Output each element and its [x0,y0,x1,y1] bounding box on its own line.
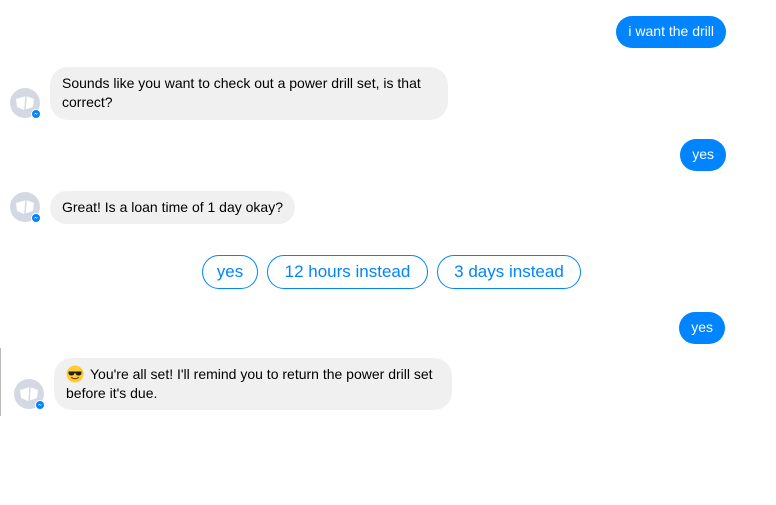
bot-avatar-icon [9,87,41,119]
bot-avatar-icon [13,378,45,410]
chat-thread: i want the drill Sounds like you want to… [0,0,776,505]
outgoing-message: i want the drill [616,16,726,48]
incoming-message: Great! Is a loan time of 1 day okay? [50,191,296,224]
sunglasses-face-icon [66,365,84,383]
outgoing-message: yes [680,139,726,171]
incoming-message: You're all set! I'll remind you to retur… [54,358,452,410]
message-focus-indicator [0,348,1,416]
bot-avatar-icon [9,191,41,223]
incoming-message-text: You're all set! I'll remind you to retur… [66,366,433,401]
quick-reply-3-days[interactable]: 3 days instead [437,255,581,289]
outgoing-message: yes [679,312,725,344]
quick-reply-12-hours[interactable]: 12 hours instead [267,255,428,289]
incoming-message: Sounds like you want to check out a powe… [50,67,448,120]
quick-reply-yes[interactable]: yes [202,255,258,289]
